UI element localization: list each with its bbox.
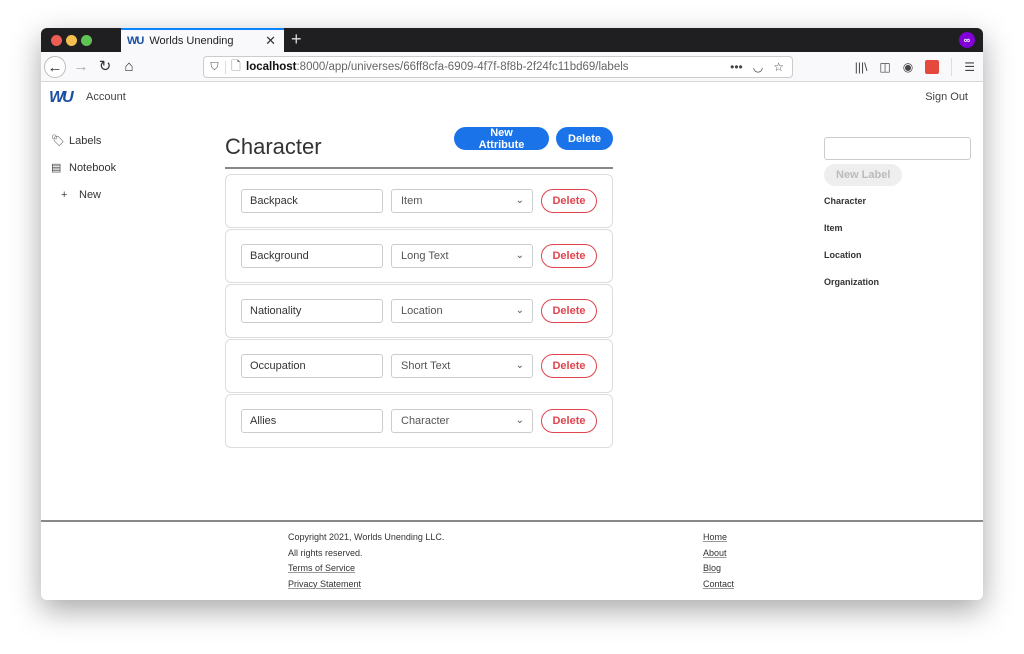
delete-attribute-button[interactable]: Delete xyxy=(541,299,597,323)
sidebar-item-notebook[interactable]: ▤ Notebook xyxy=(51,154,116,181)
maximize-window-button[interactable] xyxy=(81,35,92,46)
pocket-icon[interactable]: ◡ xyxy=(753,60,763,74)
toolbar-separator xyxy=(951,58,953,76)
attribute-row: Location ⌄ Delete xyxy=(225,284,613,338)
label-list: Character Item Location Organization xyxy=(824,196,971,304)
attribute-name-input[interactable] xyxy=(241,409,383,433)
more-actions-icon[interactable]: ••• xyxy=(730,60,743,74)
attribute-row: Short Text ⌄ Delete xyxy=(225,339,613,393)
browser-window: WU Worlds Unending ✕ + ∞ ← → ↻ ⌂ ⛉ 🗋 loc… xyxy=(41,28,983,600)
sidebar-item-label: New xyxy=(79,188,102,201)
new-tab-button[interactable]: + xyxy=(291,29,302,50)
sidebar-item-labels[interactable]: 🏷 Labels xyxy=(51,127,116,154)
top-nav: WU Account Sign Out xyxy=(41,82,983,110)
label-item-item[interactable]: Item xyxy=(824,223,971,250)
forward-button[interactable]: → xyxy=(70,56,92,78)
attribute-type-select[interactable]: Short Text ⌄ xyxy=(391,354,533,378)
menu-icon[interactable]: ☰ xyxy=(964,60,975,74)
sidebar-item-new[interactable]: + New xyxy=(51,181,116,208)
notebook-icon: ▤ xyxy=(51,162,62,174)
sidebar: 🏷 Labels ▤ Notebook + New xyxy=(51,127,116,208)
labels-panel: New Label Character Item Location Organi… xyxy=(824,137,971,304)
private-browsing-icon: ∞ xyxy=(959,32,975,48)
brand-logo[interactable]: WU xyxy=(49,89,74,107)
tab-title: Worlds Unending xyxy=(149,35,234,47)
label-header: Character New Attribute Delete xyxy=(225,122,613,169)
attribute-type-select[interactable]: Long Text ⌄ xyxy=(391,244,533,268)
account-icon[interactable]: ◉ xyxy=(903,60,913,74)
terms-link[interactable]: Terms of Service xyxy=(288,563,355,573)
rights-text: All rights reserved. xyxy=(288,547,363,558)
delete-attribute-button[interactable]: Delete xyxy=(541,189,597,213)
attribute-row: Item ⌄ Delete xyxy=(225,174,613,228)
attribute-type-select[interactable]: Location ⌄ xyxy=(391,299,533,323)
url-bar[interactable]: ⛉ 🗋 localhost :8000/app/universes/66ff8c… xyxy=(203,56,793,78)
browser-tab[interactable]: WU Worlds Unending ✕ xyxy=(121,28,284,52)
tag-icon: 🏷 xyxy=(51,135,65,147)
delete-attribute-button[interactable]: Delete xyxy=(541,354,597,378)
minimize-window-button[interactable] xyxy=(66,35,77,46)
label-editor: Character New Attribute Delete Item ⌄ Del… xyxy=(225,122,613,449)
close-tab-icon[interactable]: ✕ xyxy=(265,33,276,49)
attribute-type-value: Item xyxy=(401,195,423,207)
url-host: localhost xyxy=(246,61,297,73)
attribute-type-value: Short Text xyxy=(401,360,451,372)
attribute-name-input[interactable] xyxy=(241,354,383,378)
sidebar-item-label: Labels xyxy=(69,134,102,147)
privacy-link[interactable]: Privacy Statement xyxy=(288,579,361,589)
page-title: Character xyxy=(225,134,322,159)
attribute-type-value: Character xyxy=(401,415,450,427)
attribute-name-input[interactable] xyxy=(241,189,383,213)
shield-icon[interactable]: ⛉ xyxy=(204,60,226,74)
home-button[interactable]: ⌂ xyxy=(118,56,140,78)
tab-favicon: WU xyxy=(127,35,144,47)
footer-link-blog[interactable]: Blog xyxy=(703,563,721,573)
reload-button[interactable]: ↻ xyxy=(94,56,116,78)
library-icon[interactable]: |||\ xyxy=(855,60,868,74)
sign-out-link[interactable]: Sign Out xyxy=(925,91,968,103)
delete-attribute-button[interactable]: Delete xyxy=(541,409,597,433)
attribute-name-input[interactable] xyxy=(241,299,383,323)
footer-link-about[interactable]: About xyxy=(703,548,727,558)
footer-link-home[interactable]: Home xyxy=(703,532,727,542)
new-label-input[interactable] xyxy=(824,137,971,160)
chevron-down-icon: ⌄ xyxy=(515,250,524,261)
sidebar-item-label: Notebook xyxy=(69,161,117,174)
new-attribute-button[interactable]: New Attribute xyxy=(454,127,549,151)
chevron-down-icon: ⌄ xyxy=(515,195,524,206)
url-path: :8000/app/universes/66ff8cfa-6909-4f7f-8… xyxy=(296,61,629,73)
footer: Copyright 2021, Worlds Unending LLC. All… xyxy=(41,520,983,600)
delete-label-button[interactable]: Delete xyxy=(556,127,613,150)
back-button[interactable]: ← xyxy=(44,56,66,78)
navigation-toolbar: ← → ↻ ⌂ ⛉ 🗋 localhost :8000/app/universe… xyxy=(41,52,983,82)
plus-icon: + xyxy=(61,188,68,201)
copyright-text: Copyright 2021, Worlds Unending LLC. xyxy=(288,532,445,542)
label-item-character[interactable]: Character xyxy=(824,196,971,223)
new-label-button[interactable]: New Label xyxy=(824,164,903,186)
page-icon: 🗋 xyxy=(231,58,241,73)
label-item-organization[interactable]: Organization xyxy=(824,277,971,304)
chevron-down-icon: ⌄ xyxy=(515,305,524,316)
extension-icon[interactable] xyxy=(925,60,940,74)
attribute-type-select[interactable]: Item ⌄ xyxy=(391,189,533,213)
bookmark-star-icon[interactable]: ☆ xyxy=(773,60,784,74)
attribute-type-select[interactable]: Character ⌄ xyxy=(391,409,533,433)
attribute-row: Character ⌄ Delete xyxy=(225,394,613,448)
delete-attribute-button[interactable]: Delete xyxy=(541,244,597,268)
attribute-row: Long Text ⌄ Delete xyxy=(225,229,613,283)
chevron-down-icon: ⌄ xyxy=(515,360,524,371)
attribute-list: Item ⌄ Delete Long Text ⌄ Delete Location ⌄… xyxy=(225,174,613,448)
account-link[interactable]: Account xyxy=(86,91,126,103)
attribute-type-value: Location xyxy=(401,305,443,317)
title-bar: WU Worlds Unending ✕ + ∞ xyxy=(41,28,983,52)
sidebar-icon[interactable]: ◫ xyxy=(879,60,890,74)
label-item-location[interactable]: Location xyxy=(824,250,971,277)
attribute-type-value: Long Text xyxy=(401,250,449,262)
footer-link-contact[interactable]: Contact xyxy=(703,579,734,589)
close-window-button[interactable] xyxy=(51,35,62,46)
attribute-name-input[interactable] xyxy=(241,244,383,268)
chevron-down-icon: ⌄ xyxy=(515,415,524,426)
page-content: WU Account Sign Out 🏷 Labels ▤ Notebook … xyxy=(41,82,983,600)
